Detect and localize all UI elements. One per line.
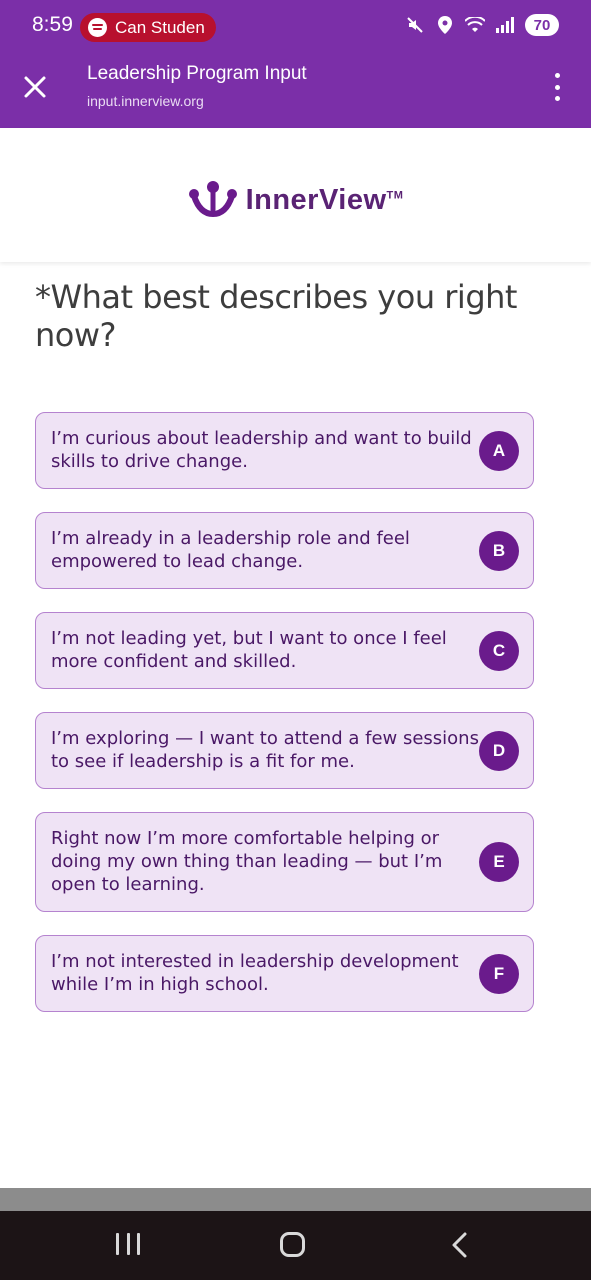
- wifi-icon: [465, 15, 485, 35]
- battery-indicator: 70: [525, 14, 559, 36]
- status-time: 8:59: [32, 13, 73, 36]
- recents-icon-bar: [126, 1233, 130, 1255]
- option-f[interactable]: I’m not interested in leadership develop…: [35, 935, 534, 1012]
- option-e[interactable]: Right now I’m more comfortable helping o…: [35, 812, 534, 912]
- page-url: input.innerview.org: [87, 93, 204, 109]
- option-text: I’m exploring — I want to attend a few s…: [51, 728, 479, 772]
- option-text: I’m not leading yet, but I want to once …: [51, 628, 447, 672]
- location-icon: [435, 15, 455, 35]
- recent-apps-button[interactable]: [116, 1233, 140, 1257]
- media-title: Can Studen: [115, 17, 205, 37]
- recents-icon-bar: [137, 1233, 140, 1255]
- logo-text: InnerView: [245, 183, 387, 216]
- option-c[interactable]: I’m not leading yet, but I want to once …: [35, 612, 534, 689]
- signal-icon: [495, 15, 515, 35]
- more-vert-dot: [554, 96, 560, 101]
- option-text: I’m not interested in leadership develop…: [51, 951, 459, 995]
- back-button[interactable]: [448, 1231, 472, 1259]
- media-playing-chip[interactable]: Can Studen: [80, 13, 216, 42]
- back-chevron-icon: [452, 1232, 467, 1258]
- option-d[interactable]: I’m exploring — I want to attend a few s…: [35, 712, 534, 789]
- mute-icon: [405, 15, 425, 35]
- option-text: I’m already in a leadership role and fee…: [51, 528, 410, 572]
- more-vert-dot: [554, 84, 560, 90]
- option-key-badge: D: [479, 731, 519, 771]
- close-tab-button[interactable]: [20, 72, 50, 102]
- option-text: Right now I’m more comfortable helping o…: [51, 828, 443, 895]
- option-key-badge: A: [479, 431, 519, 471]
- home-button[interactable]: [280, 1232, 305, 1257]
- option-text: I’m curious about leadership and want to…: [51, 428, 472, 472]
- more-vert-icon: [554, 73, 560, 78]
- option-b[interactable]: I’m already in a leadership role and fee…: [35, 512, 534, 589]
- option-a[interactable]: I’m curious about leadership and want to…: [35, 412, 534, 489]
- recents-icon: [116, 1233, 119, 1255]
- system-navigation-bar: [0, 1211, 591, 1280]
- option-key-badge: E: [479, 842, 519, 882]
- innerview-logo: InnerViewTM: [188, 180, 404, 220]
- close-icon: [24, 76, 46, 98]
- bottom-divider: [0, 1188, 591, 1211]
- page-title: Leadership Program Input: [87, 63, 307, 84]
- spotify-icon: [88, 18, 107, 37]
- logo-banner: InnerViewTM: [0, 128, 591, 262]
- status-icons: 70: [405, 14, 559, 36]
- browser-header: 8:59 Can Studen 70 Leadership Program In…: [0, 0, 591, 128]
- option-key-badge: F: [479, 954, 519, 994]
- innerview-logo-icon: [188, 181, 237, 218]
- trademark: TM: [386, 188, 404, 201]
- overflow-menu-button[interactable]: [547, 73, 567, 101]
- logo-wordmark: InnerViewTM: [246, 184, 404, 217]
- option-key-badge: B: [479, 531, 519, 571]
- option-key-badge: C: [479, 631, 519, 671]
- question-heading: *What best describes you right now?: [35, 278, 517, 354]
